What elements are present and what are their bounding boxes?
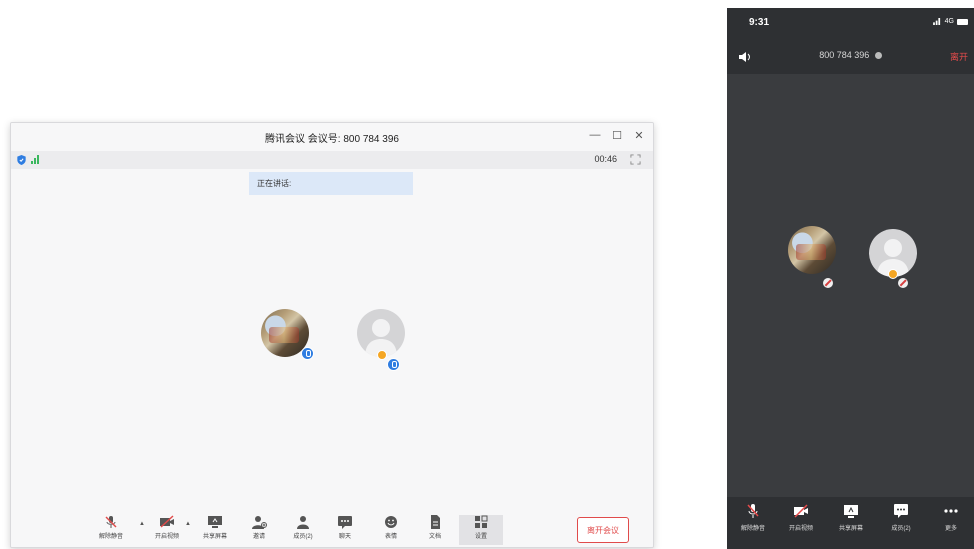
phone-clock: 9:31 (749, 17, 770, 28)
video-options-caret[interactable]: ▲ (185, 521, 191, 527)
window-controls: — ☐ ✕ (589, 129, 645, 142)
layout-grid-icon (475, 515, 488, 528)
participant-avatar-photo[interactable] (788, 226, 836, 274)
start-video-button[interactable]: 开启视频 (147, 515, 187, 545)
mic-icon (301, 347, 314, 360)
phone-network: 4G (932, 18, 968, 25)
shield-icon[interactable] (17, 155, 26, 165)
host-badge-icon (888, 269, 898, 279)
leave-meeting-button[interactable]: 离开会议 (577, 517, 629, 543)
chat-icon (894, 504, 908, 518)
chat-button[interactable]: 聊天 (325, 515, 365, 545)
video-off-icon (160, 515, 174, 528)
phone-share-screen-button[interactable]: 共享屏幕 (829, 503, 873, 532)
window-title: 腾讯会议 会议号: 800 784 396 (265, 133, 399, 145)
settings-button[interactable]: 设置 (459, 515, 503, 545)
meeting-toolbar: 解除静音 ▲ 开启视频 ▲ 共享屏幕 邀请 成员(2) 聊天 表情 文档 设置 … (11, 513, 653, 547)
share-screen-icon (844, 505, 858, 518)
document-icon (431, 515, 440, 529)
phone-unmute-button[interactable]: 解除静音 (731, 503, 775, 532)
close-button[interactable]: ✕ (633, 129, 645, 142)
cellular-signal-icon (932, 18, 940, 25)
members-icon (297, 516, 309, 529)
host-badge-icon (377, 350, 387, 360)
members-button[interactable]: 成员(2) (283, 515, 323, 545)
mic-muted-icon (105, 516, 117, 528)
phone-status-bar: 9:31 4G (727, 8, 974, 38)
signal-strength-icon[interactable] (31, 155, 39, 164)
share-screen-button[interactable]: 共享屏幕 (195, 515, 235, 545)
video-off-icon (794, 504, 808, 518)
invite-button[interactable]: 邀请 (239, 515, 279, 545)
emoji-icon (385, 516, 397, 528)
phone-toolbar: 解除静音 开启视频 共享屏幕 成员(2) 更多 (727, 497, 974, 549)
speaking-indicator: 正在讲话: (249, 172, 413, 195)
mic-muted-icon (747, 504, 759, 518)
more-icon (944, 509, 958, 513)
unmute-button[interactable]: 解除静音 (91, 515, 131, 545)
battery-icon (957, 18, 968, 25)
phone-meeting-header: 800 784 396 离开 (727, 38, 974, 74)
documents-button[interactable]: 文档 (415, 515, 455, 545)
meeting-timer: 00:46 (594, 154, 617, 164)
maximize-button[interactable]: ☐ (611, 129, 623, 142)
mic-muted-icon (898, 278, 908, 288)
mic-icon (387, 358, 400, 371)
reactions-button[interactable]: 表情 (371, 515, 411, 545)
invite-icon (252, 516, 267, 529)
window-title-bar: 腾讯会议 会议号: 800 784 396 — ☐ ✕ (11, 123, 653, 151)
info-icon (874, 52, 882, 59)
mic-muted-icon (823, 278, 833, 288)
chat-icon (338, 516, 352, 529)
network-type: 4G (944, 18, 954, 25)
phone-more-button[interactable]: 更多 (929, 503, 973, 532)
share-screen-icon (208, 516, 222, 528)
desktop-meeting-window: 腾讯会议 会议号: 800 784 396 — ☐ ✕ 00:46 正在讲话: (10, 122, 654, 548)
phone-meeting-id: 800 784 396 (819, 50, 870, 60)
phone-members-button[interactable]: 成员(2) (879, 503, 923, 532)
meeting-status-bar: 00:46 (11, 151, 653, 169)
mobile-meeting-screen: 9:31 4G 800 784 396 离开 解除静音 开启视频 共享屏幕 成员… (727, 8, 974, 549)
minimize-button[interactable]: — (589, 129, 601, 142)
phone-start-video-button[interactable]: 开启视频 (779, 503, 823, 532)
audio-options-caret[interactable]: ▲ (139, 521, 145, 527)
speaking-label: 正在讲话: (257, 179, 292, 188)
phone-meeting-id-row[interactable]: 800 784 396 (727, 50, 974, 60)
phone-leave-button[interactable]: 离开 (950, 50, 968, 63)
fullscreen-icon[interactable] (630, 154, 641, 165)
